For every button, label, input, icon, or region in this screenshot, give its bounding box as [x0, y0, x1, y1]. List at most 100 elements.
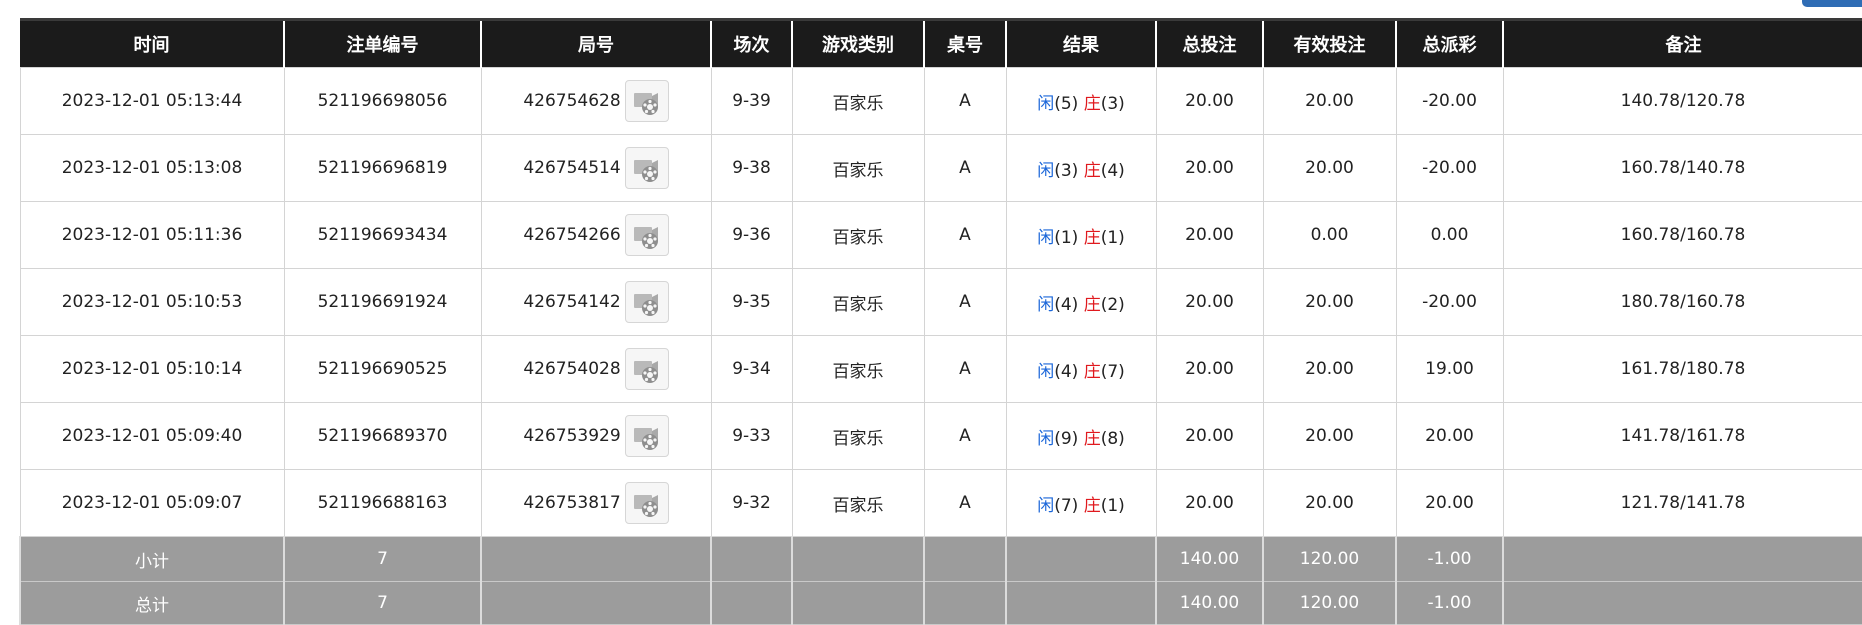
col-header-note: 备注 [1502, 18, 1862, 68]
bet-records-table: 时间 注单编号 局号 场次 游戏类别 桌号 结果 总投注 有效投注 总派彩 备注… [19, 18, 1862, 625]
col-header-valid-bet: 有效投注 [1262, 18, 1396, 68]
top-right-button[interactable] [1802, 0, 1862, 7]
banker-score: (4) [1100, 160, 1125, 181]
table-row: 2023-12-01 05:10:53 521196691924 4267541… [19, 268, 1862, 336]
cell-valid-bet: 20.00 [1262, 469, 1397, 537]
cell-note: 161.78/180.78 [1502, 335, 1862, 403]
cell-payout: 20.00 [1395, 402, 1504, 470]
cell-note: 160.78/160.78 [1502, 201, 1862, 269]
cell-total-bet: 20.00 [1155, 134, 1264, 202]
video-replay-icon[interactable] [624, 348, 669, 390]
cell-game: 百家乐 [791, 335, 925, 403]
col-header-result: 结果 [1005, 18, 1156, 68]
player-score: (3) [1054, 160, 1079, 181]
cell-bet-id: 521196698056 [283, 67, 482, 135]
cell-valid-bet: 20.00 [1262, 268, 1397, 336]
cell-shoe: 9-34 [710, 335, 793, 403]
round-number: 426753929 [523, 426, 621, 446]
subtotal-payout: -1.00 [1395, 536, 1504, 582]
cell-game: 百家乐 [791, 67, 925, 135]
cell-valid-bet: 20.00 [1262, 335, 1397, 403]
subtotal-label: 小计 [19, 536, 285, 582]
subtotal-total-bet: 140.00 [1155, 536, 1264, 582]
cell-table: A [923, 268, 1007, 336]
grandtotal-row: 总计 7 140.00 120.00 -1.00 [19, 581, 1862, 625]
cell-shoe: 9-36 [710, 201, 793, 269]
table-row: 2023-12-01 05:13:08 521196696819 4267545… [19, 134, 1862, 202]
cell-payout: 19.00 [1395, 335, 1504, 403]
video-replay-icon[interactable] [624, 415, 669, 457]
player-score: (1) [1054, 227, 1079, 248]
cell-round: 426753817 [480, 469, 712, 537]
cell-table: A [923, 469, 1007, 537]
table-row: 2023-12-01 05:09:07 521196688163 4267538… [19, 469, 1862, 537]
grandtotal-valid-bet: 120.00 [1262, 581, 1397, 625]
player-label: 闲 [1037, 160, 1055, 181]
cell-game: 百家乐 [791, 134, 925, 202]
cell-table: A [923, 67, 1007, 135]
cell-shoe: 9-33 [710, 402, 793, 470]
cell-time: 2023-12-01 05:13:08 [19, 134, 285, 202]
banker-label: 庄 [1083, 428, 1101, 449]
player-label: 闲 [1037, 227, 1055, 248]
round-number: 426754266 [523, 225, 621, 245]
cell-round: 426754266 [480, 201, 712, 269]
col-header-time: 时间 [20, 18, 284, 68]
subtotal-row: 小计 7 140.00 120.00 -1.00 [19, 536, 1862, 582]
table-row: 2023-12-01 05:09:40 521196689370 4267539… [19, 402, 1862, 470]
round-number: 426754628 [523, 91, 621, 111]
cell-result: 闲(4) 庄(7) [1005, 335, 1157, 403]
grandtotal-payout: -1.00 [1395, 581, 1504, 625]
cell-result: 闲(1) 庄(1) [1005, 201, 1157, 269]
banker-score: (1) [1100, 495, 1125, 516]
round-number: 426753817 [523, 493, 621, 513]
player-label: 闲 [1037, 361, 1055, 382]
player-label: 闲 [1037, 93, 1055, 114]
video-replay-icon[interactable] [624, 214, 669, 256]
col-header-payout: 总派彩 [1395, 18, 1503, 68]
cell-result: 闲(4) 庄(2) [1005, 268, 1157, 336]
player-score: (7) [1054, 495, 1079, 516]
cell-payout: -20.00 [1395, 67, 1504, 135]
cell-table: A [923, 201, 1007, 269]
player-score: (4) [1054, 294, 1079, 315]
cell-round: 426754028 [480, 335, 712, 403]
banker-label: 庄 [1083, 361, 1101, 382]
video-replay-icon[interactable] [624, 147, 669, 189]
col-header-shoe: 场次 [710, 18, 792, 68]
cell-shoe: 9-39 [710, 67, 793, 135]
cell-round: 426754142 [480, 268, 712, 336]
banker-score: (3) [1100, 93, 1125, 114]
table-row: 2023-12-01 05:10:14 521196690525 4267540… [19, 335, 1862, 403]
subtotal-count: 7 [283, 536, 482, 582]
cell-bet-id: 521196696819 [283, 134, 482, 202]
grandtotal-count: 7 [283, 581, 482, 625]
col-header-bet-id: 注单编号 [283, 18, 481, 68]
video-replay-icon[interactable] [624, 482, 669, 524]
player-label: 闲 [1037, 294, 1055, 315]
col-header-round: 局号 [480, 18, 711, 68]
cell-total-bet: 20.00 [1155, 335, 1264, 403]
video-replay-icon[interactable] [624, 80, 669, 122]
banker-label: 庄 [1083, 160, 1101, 181]
cell-payout: 0.00 [1395, 201, 1504, 269]
table-body: 2023-12-01 05:13:44 521196698056 4267546… [19, 67, 1862, 625]
cell-bet-id: 521196691924 [283, 268, 482, 336]
cell-note: 121.78/141.78 [1502, 469, 1862, 537]
cell-bet-id: 521196690525 [283, 335, 482, 403]
cell-result: 闲(9) 庄(8) [1005, 402, 1157, 470]
cell-result: 闲(5) 庄(3) [1005, 67, 1157, 135]
cell-note: 141.78/161.78 [1502, 402, 1862, 470]
player-score: (9) [1054, 428, 1079, 449]
banker-score: (2) [1100, 294, 1125, 315]
video-replay-icon[interactable] [624, 281, 669, 323]
cell-time: 2023-12-01 05:13:44 [19, 67, 285, 135]
banker-score: (7) [1100, 361, 1125, 382]
cell-note: 140.78/120.78 [1502, 67, 1862, 135]
cell-time: 2023-12-01 05:10:53 [19, 268, 285, 336]
cell-time: 2023-12-01 05:11:36 [19, 201, 285, 269]
cell-payout: -20.00 [1395, 134, 1504, 202]
cell-bet-id: 521196689370 [283, 402, 482, 470]
player-score: (4) [1054, 361, 1079, 382]
grandtotal-label: 总计 [19, 581, 285, 625]
